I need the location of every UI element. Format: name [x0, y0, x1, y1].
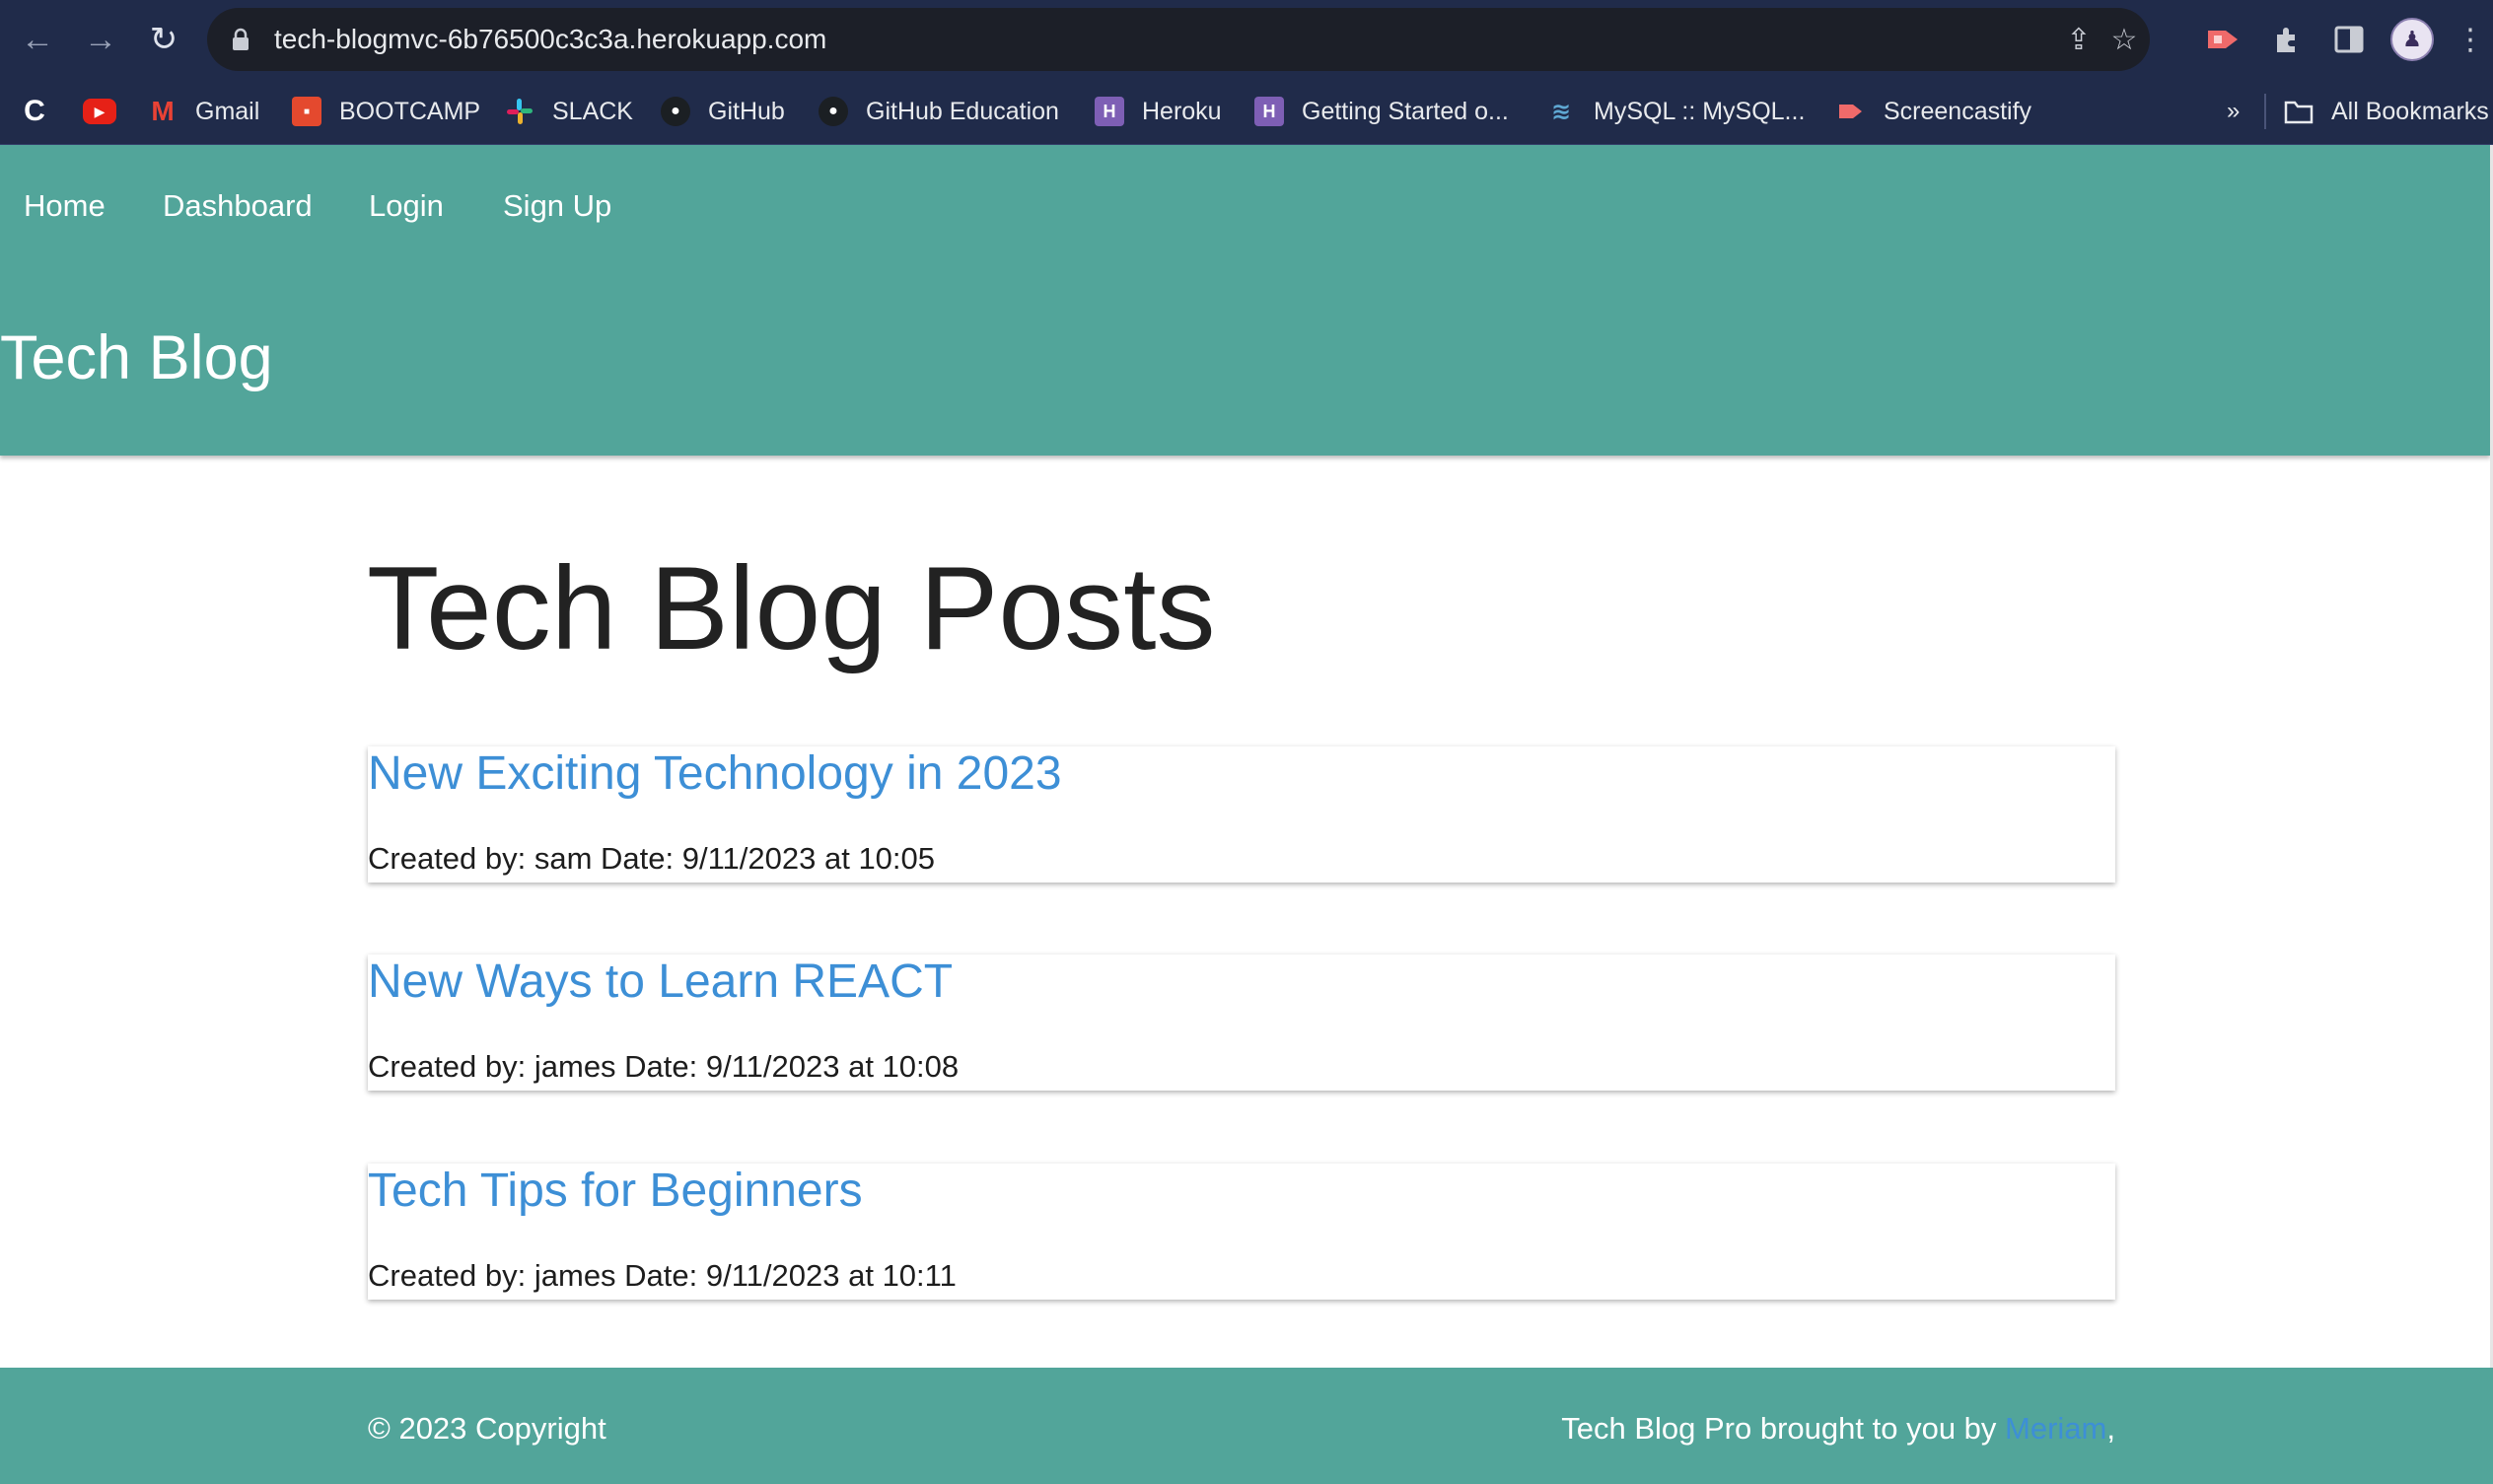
- bookmark-label: MySQL :: MySQL...: [1594, 97, 1806, 125]
- site-footer: © 2023 Copyright Tech Blog Pro brought t…: [0, 1368, 2493, 1484]
- post-card[interactable]: New Exciting Technology in 2023 Created …: [368, 746, 2115, 883]
- copyright-text: © 2023 Copyright: [368, 1411, 606, 1446]
- bookmark-label: GitHub: [708, 97, 785, 125]
- screencastify-icon[interactable]: [2201, 18, 2244, 61]
- reload-icon[interactable]: ↻: [142, 18, 185, 61]
- author-link[interactable]: Meriam: [2005, 1411, 2106, 1446]
- bookmark-label: Screencastify: [1884, 97, 2032, 125]
- address-bar[interactable]: tech-blogmvc-6b76500c3c3a.herokuapp.com …: [207, 8, 2150, 71]
- bookmark-label: BOOTCAMP: [339, 97, 481, 125]
- folder-icon: [2284, 97, 2314, 126]
- star-icon[interactable]: ☆: [2106, 22, 2142, 57]
- post-title-link[interactable]: Tech Tips for Beginners: [368, 1164, 863, 1218]
- bookmark-c-logo[interactable]: C: [20, 79, 49, 144]
- bookmark-slack[interactable]: SLACK: [505, 79, 633, 144]
- bootcamp-icon: ■: [292, 97, 321, 126]
- side-panel-icon[interactable]: [2327, 18, 2371, 61]
- bookmark-bootcamp[interactable]: ■ BOOTCAMP: [292, 79, 480, 144]
- bookmarks-overflow-button[interactable]: »: [2227, 79, 2240, 144]
- bookmark-label: SLACK: [552, 97, 633, 125]
- youtube-icon: ▶: [83, 99, 116, 124]
- c-logo-icon: C: [24, 95, 45, 127]
- credit-text: Tech Blog Pro brought to you by Meriam,: [1561, 1411, 2115, 1447]
- nav-home-link[interactable]: Home: [24, 188, 106, 224]
- share-icon[interactable]: ⇪: [2061, 22, 2097, 57]
- credit-suffix: ,: [2106, 1411, 2115, 1446]
- url-text[interactable]: tech-blogmvc-6b76500c3c3a.herokuapp.com: [274, 8, 826, 71]
- bookmark-label: Heroku: [1142, 97, 1222, 125]
- bookmark-mysql[interactable]: ≋ MySQL :: MySQL...: [1546, 79, 1805, 144]
- bookmark-label: Gmail: [195, 97, 260, 125]
- post-card[interactable]: New Ways to Learn REACT Created by: jame…: [368, 954, 2115, 1091]
- site-header: Home Dashboard Login Sign Up Tech Blog: [0, 145, 2490, 456]
- back-arrow-icon[interactable]: ←: [16, 18, 59, 61]
- profile-avatar-icon[interactable]: ♟: [2390, 18, 2434, 61]
- browser-toolbar: ← → ↻ tech-blogmvc-6b76500c3c3a.herokuap…: [0, 0, 2493, 79]
- github-icon: ●: [819, 97, 848, 126]
- bookmark-github-education[interactable]: ● GitHub Education: [819, 79, 1059, 144]
- github-icon: ●: [661, 97, 690, 126]
- more-menu-icon[interactable]: ⋮: [2456, 18, 2485, 61]
- extensions-icon[interactable]: [2264, 18, 2308, 61]
- post-meta: Created by: sam Date: 9/11/2023 at 10:05: [368, 841, 936, 876]
- screencastify-icon: [1836, 97, 1866, 126]
- bookmark-label: GitHub Education: [866, 97, 1059, 125]
- post-title-link[interactable]: New Ways to Learn REACT: [368, 954, 953, 1009]
- bookmark-label: Getting Started o...: [1302, 97, 1509, 125]
- post-title-link[interactable]: New Exciting Technology in 2023: [368, 746, 1062, 801]
- site-title: Tech Blog: [0, 323, 273, 392]
- page-heading: Tech Blog Posts: [367, 542, 1216, 674]
- credit-prefix: Tech Blog Pro brought to you by: [1561, 1411, 2006, 1446]
- forward-arrow-icon[interactable]: →: [79, 18, 122, 61]
- all-bookmarks-label: All Bookmarks: [2331, 97, 2489, 125]
- bookmark-screencastify[interactable]: Screencastify: [1836, 79, 2031, 144]
- heroku-icon: H: [1254, 97, 1284, 126]
- nav-login-link[interactable]: Login: [369, 188, 444, 224]
- post-meta: Created by: james Date: 9/11/2023 at 10:…: [368, 1258, 957, 1293]
- gmail-icon: M: [151, 96, 175, 126]
- bookmark-github[interactable]: ● GitHub: [661, 79, 785, 144]
- bookmark-heroku[interactable]: H Heroku: [1095, 79, 1222, 144]
- bookmark-getting-started[interactable]: H Getting Started o...: [1254, 79, 1509, 144]
- slack-icon: [505, 97, 534, 126]
- mysql-icon: ≋: [1550, 98, 1572, 125]
- post-card[interactable]: Tech Tips for Beginners Created by: jame…: [368, 1164, 2115, 1300]
- all-bookmarks-button[interactable]: All Bookmarks: [2284, 79, 2489, 144]
- nav-dashboard-link[interactable]: Dashboard: [163, 188, 313, 224]
- bookmarks-bar: C ▶ M Gmail ■ BOOTCAMP SLACK ● GitHub ● …: [0, 79, 2493, 145]
- bookmark-gmail[interactable]: M Gmail: [148, 79, 259, 144]
- nav-signup-link[interactable]: Sign Up: [503, 188, 611, 224]
- lock-icon[interactable]: [231, 28, 250, 51]
- post-meta: Created by: james Date: 9/11/2023 at 10:…: [368, 1049, 960, 1084]
- heroku-icon: H: [1095, 97, 1124, 126]
- bookmark-youtube[interactable]: ▶: [83, 79, 116, 144]
- bookmarks-divider: [2264, 94, 2266, 129]
